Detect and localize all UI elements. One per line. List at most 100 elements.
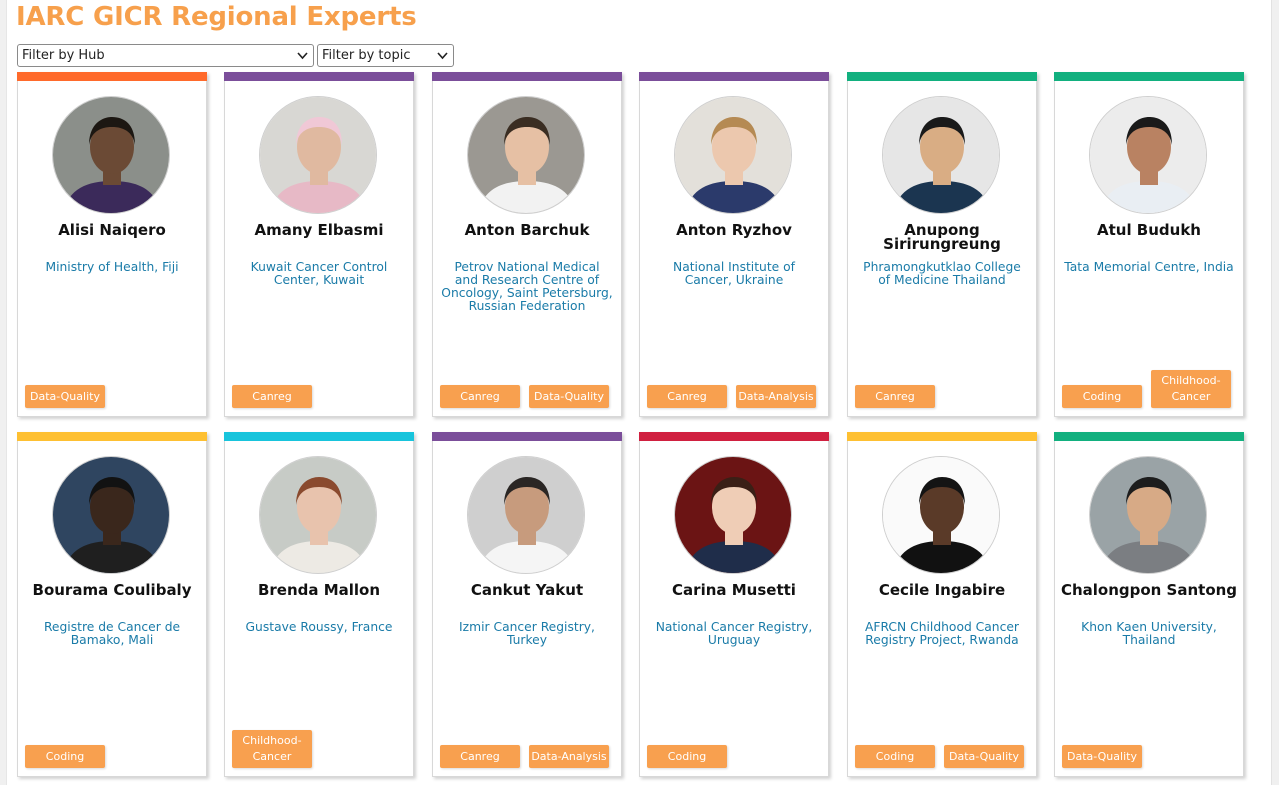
topic-tag[interactable]: Coding bbox=[1062, 385, 1142, 408]
person-portrait-icon bbox=[883, 457, 999, 573]
page-scrollbar-track[interactable] bbox=[1271, 0, 1279, 785]
person-portrait-icon bbox=[260, 97, 376, 213]
expert-name: Anton Ryzhov bbox=[676, 221, 792, 239]
person-portrait-icon bbox=[1090, 97, 1206, 213]
expert-institution: Khon Kaen University, Thailand bbox=[1081, 620, 1217, 647]
expert-card[interactable]: Amany Elbasmi Kuwait Cancer Control Cente… bbox=[224, 72, 414, 417]
hub-filter-value: Filter by Hub bbox=[22, 48, 105, 63]
expert-card[interactable]: Brenda Mallon Gustave Roussy, France Child… bbox=[224, 432, 414, 777]
expert-institution: Petrov National Medical and Research Cen… bbox=[441, 260, 613, 313]
avatar bbox=[1089, 96, 1207, 214]
avatar bbox=[259, 96, 377, 214]
topic-tag[interactable]: Childhood- Cancer bbox=[232, 730, 312, 768]
expert-card[interactable]: Atul Budukh Tata Memorial Centre, India Co… bbox=[1054, 72, 1244, 417]
person-portrait-icon bbox=[468, 97, 584, 213]
avatar bbox=[259, 456, 377, 574]
topic-tag[interactable]: Canreg bbox=[440, 385, 520, 408]
topic-tag[interactable]: Data-Quality bbox=[529, 385, 609, 408]
person-portrait-icon bbox=[260, 457, 376, 573]
person-portrait-icon bbox=[53, 457, 169, 573]
expert-name: Alisi Naiqero bbox=[58, 221, 166, 239]
expert-institution: Ministry of Health, Fiji bbox=[45, 260, 179, 274]
expert-institution: National Cancer Registry, Uruguay bbox=[655, 620, 813, 647]
hub-color-bar bbox=[432, 72, 622, 81]
expert-institution: Kuwait Cancer Control Center, Kuwait bbox=[250, 260, 388, 287]
topic-tag[interactable]: Childhood- Cancer bbox=[1151, 370, 1231, 408]
person-portrait-icon bbox=[53, 97, 169, 213]
chevron-down-icon bbox=[296, 49, 309, 62]
hub-color-bar bbox=[224, 432, 414, 441]
expert-name: Chalongpon Santong bbox=[1060, 581, 1238, 599]
avatar bbox=[467, 456, 585, 574]
hub-color-bar bbox=[432, 432, 622, 441]
avatar bbox=[1089, 456, 1207, 574]
expert-institution: Izmir Cancer Registry, Turkey bbox=[459, 620, 595, 647]
topic-tag-label: Childhood- bbox=[1161, 374, 1221, 387]
expert-institution: National Institute of Cancer, Ukraine bbox=[673, 260, 795, 287]
hub-color-bar bbox=[1054, 72, 1244, 81]
hub-color-bar bbox=[17, 72, 207, 81]
page-title: IARC GICR Regional Experts bbox=[16, 2, 417, 32]
avatar bbox=[882, 96, 1000, 214]
topic-tag[interactable]: Data-Quality bbox=[1062, 745, 1142, 768]
avatar bbox=[882, 456, 1000, 574]
expert-name: Atul Budukh bbox=[1096, 221, 1201, 239]
avatar bbox=[674, 96, 792, 214]
topic-filter-value: Filter by topic bbox=[322, 48, 411, 63]
expert-institution: Gustave Roussy, France bbox=[245, 620, 393, 634]
expert-name: Carina Musetti bbox=[672, 581, 796, 599]
topic-tag[interactable]: Canreg bbox=[232, 385, 312, 408]
chevron-down-icon bbox=[436, 49, 449, 62]
expert-card[interactable]: Bourama Coulibaly Registre de Cancer de B… bbox=[17, 432, 207, 777]
expert-card[interactable]: Anupong Sirirungreung Phramongkutklao Col… bbox=[847, 72, 1037, 417]
person-portrait-icon bbox=[883, 97, 999, 213]
topic-tag-label: Cancer bbox=[1171, 390, 1211, 403]
topic-tag[interactable]: Canreg bbox=[855, 385, 935, 408]
topic-tag[interactable]: Data-Quality bbox=[25, 385, 105, 408]
expert-card[interactable]: Anton Ryzhov National Institute of Cancer… bbox=[639, 72, 829, 417]
expert-card[interactable]: Carina Musetti National Cancer Registry, … bbox=[639, 432, 829, 777]
expert-institution: AFRCN Childhood Cancer Registry Project,… bbox=[865, 620, 1019, 647]
expert-institution: Phramongkutklao College of Medicine Thai… bbox=[863, 260, 1021, 287]
topic-tag[interactable]: Coding bbox=[25, 745, 105, 768]
expert-card[interactable]: Chalongpon Santong Khon Kaen University, … bbox=[1054, 432, 1244, 777]
expert-institution: Tata Memorial Centre, India bbox=[1064, 260, 1234, 274]
hub-color-bar bbox=[17, 432, 207, 441]
expert-name: Anton Barchuk bbox=[464, 221, 590, 239]
expert-card[interactable]: Cecile Ingabire AFRCN Childhood Cancer Re… bbox=[847, 432, 1037, 777]
hub-color-bar bbox=[639, 432, 829, 441]
topic-tag[interactable]: Coding bbox=[855, 745, 935, 768]
topic-filter-select[interactable]: Filter by topic bbox=[317, 44, 454, 67]
topic-tag-label: Cancer bbox=[252, 750, 292, 763]
expert-name: Anupong Sirirungreung bbox=[883, 221, 1001, 253]
expert-name: Bourama Coulibaly bbox=[32, 581, 192, 599]
expert-card[interactable]: Alisi Naiqero Ministry of Health, Fiji Dat… bbox=[17, 72, 207, 417]
expert-name: Amany Elbasmi bbox=[254, 221, 384, 239]
hub-color-bar bbox=[1054, 432, 1244, 441]
person-portrait-icon bbox=[468, 457, 584, 573]
expert-name: Brenda Mallon bbox=[257, 581, 381, 599]
person-portrait-icon bbox=[675, 97, 791, 213]
topic-tag[interactable]: Data-Analysis bbox=[736, 385, 816, 408]
expert-name: Cecile Ingabire bbox=[878, 581, 1006, 599]
hub-color-bar bbox=[224, 72, 414, 81]
topic-tag[interactable]: Canreg bbox=[440, 745, 520, 768]
topic-tag[interactable]: Coding bbox=[647, 745, 727, 768]
avatar bbox=[52, 96, 170, 214]
expert-name: Cankut Yakut bbox=[470, 581, 584, 599]
hub-color-bar bbox=[639, 72, 829, 81]
expert-card[interactable]: Cankut Yakut Izmir Cancer Registry, Turke… bbox=[432, 432, 622, 777]
avatar bbox=[674, 456, 792, 574]
topic-tag[interactable]: Data-Quality bbox=[944, 745, 1024, 768]
topic-tag[interactable]: Canreg bbox=[647, 385, 727, 408]
hub-filter-select[interactable]: Filter by Hub bbox=[17, 44, 314, 67]
avatar bbox=[52, 456, 170, 574]
hub-color-bar bbox=[847, 72, 1037, 81]
expert-card[interactable]: Anton Barchuk Petrov National Medical and… bbox=[432, 72, 622, 417]
avatar bbox=[467, 96, 585, 214]
person-portrait-icon bbox=[675, 457, 791, 573]
hub-color-bar bbox=[847, 432, 1037, 441]
topic-tag[interactable]: Data-Analysis bbox=[529, 745, 609, 768]
person-portrait-icon bbox=[1090, 457, 1206, 573]
page-left-gutter bbox=[0, 0, 7, 785]
